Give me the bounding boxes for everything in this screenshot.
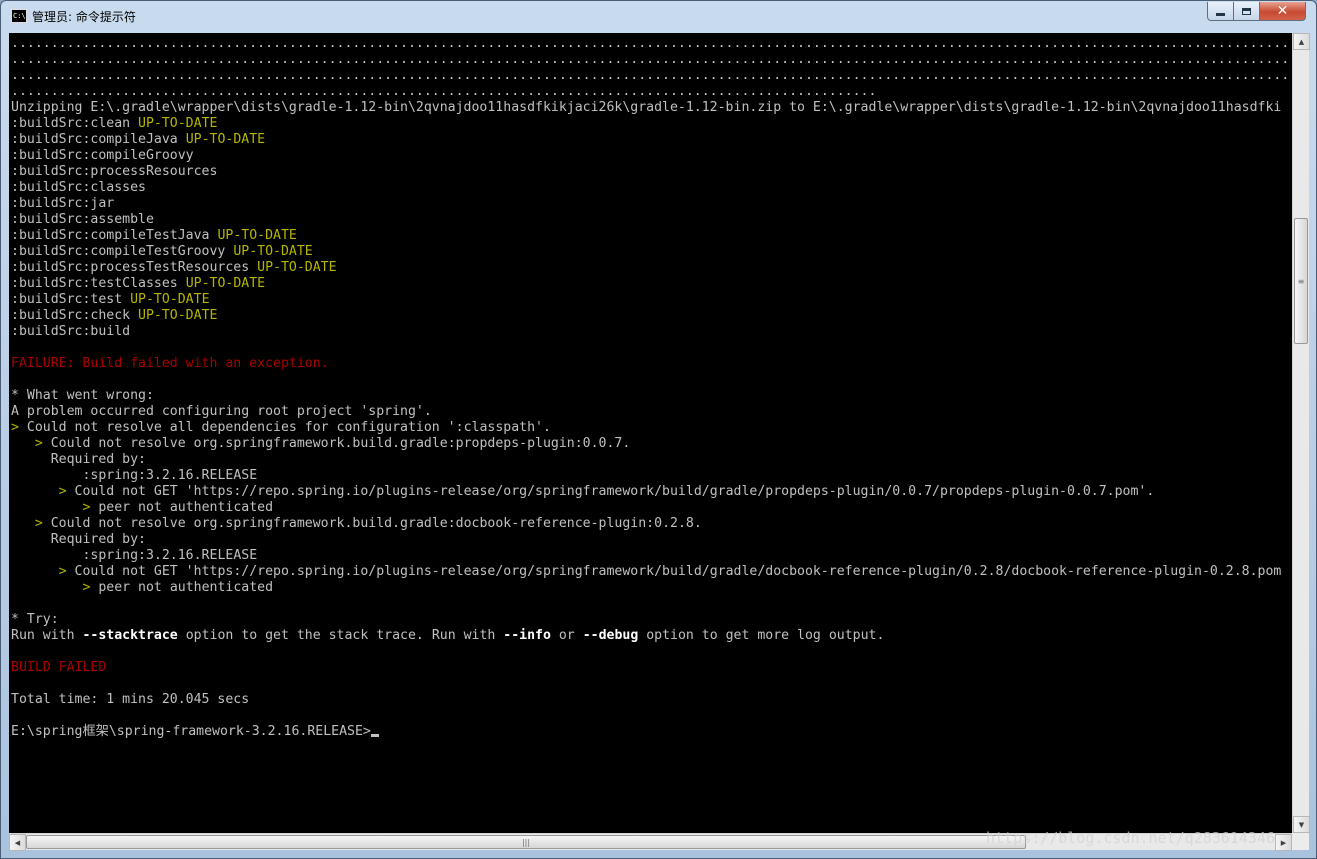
up-to-date-badge: UP-TO-DATE bbox=[257, 260, 337, 275]
required-by-line: Required by: bbox=[50, 532, 146, 547]
arrow-left-icon: ◀ bbox=[14, 838, 21, 847]
arrow-marker: > bbox=[11, 420, 27, 435]
task-line: :buildSrc:clean UP-TO-DATE bbox=[11, 116, 218, 131]
close-button[interactable]: ✕ bbox=[1260, 2, 1306, 21]
command-prompt[interactable]: E:\spring框架\spring-framework-3.2.16.RELE… bbox=[11, 724, 371, 739]
task-line: :buildSrc:compileTestGroovy UP-TO-DATE bbox=[11, 244, 313, 259]
get-line: > Could not GET 'https://repo.spring.io/… bbox=[58, 564, 1282, 579]
arrow-marker: > bbox=[58, 564, 75, 579]
arrow-marker: > bbox=[34, 436, 51, 451]
try-heading: * Try: bbox=[11, 612, 59, 627]
cmd-app-icon[interactable]: C:\. bbox=[11, 9, 27, 23]
scroll-up-button[interactable]: ▲ bbox=[1293, 33, 1310, 50]
grip-icon: ≡ bbox=[1297, 276, 1305, 286]
up-to-date-badge: UP-TO-DATE bbox=[138, 116, 218, 131]
task-line: :buildSrc:compileGroovy bbox=[11, 148, 194, 163]
task-line: :buildSrc:jar bbox=[11, 196, 115, 211]
maximize-button[interactable] bbox=[1234, 2, 1260, 21]
task-line: :buildSrc:compileJava UP-TO-DATE bbox=[11, 132, 266, 147]
progress-dots-line: ........................................… bbox=[11, 84, 877, 99]
arrow-marker: > bbox=[82, 580, 99, 595]
release-line: :spring:3.2.16.RELEASE bbox=[82, 468, 258, 483]
maximize-icon bbox=[1242, 7, 1251, 15]
cmd-app-icon-label: C:\. bbox=[13, 12, 26, 20]
up-to-date-badge: UP-TO-DATE bbox=[217, 228, 297, 243]
task-line: :buildSrc:assemble bbox=[11, 212, 154, 227]
close-icon: ✕ bbox=[1276, 3, 1289, 19]
arrow-marker: > bbox=[34, 516, 51, 531]
what-went-wrong-heading: * What went wrong: bbox=[11, 388, 154, 403]
progress-dots-line: ........................................… bbox=[11, 36, 1292, 51]
title-bar[interactable]: C:\. 管理员: 命令提示符 ✕ bbox=[1, 1, 1316, 32]
horizontal-scrollbar[interactable]: ◀ ||| ▶ bbox=[9, 833, 1292, 851]
task-line: :buildSrc:test UP-TO-DATE bbox=[11, 292, 210, 307]
scrollbar-corner bbox=[1292, 833, 1309, 850]
up-to-date-badge: UP-TO-DATE bbox=[138, 308, 218, 323]
failure-message: FAILURE: Build failed with an exception. bbox=[11, 356, 329, 371]
progress-dots-line: ........................................… bbox=[11, 52, 1292, 67]
minimize-icon bbox=[1216, 13, 1225, 16]
prompt-line: E:\spring框架\spring-framework-3.2.16.RELE… bbox=[11, 724, 1292, 740]
unzip-line: Unzipping E:\.gradle\wrapper\dists\gradl… bbox=[11, 100, 1282, 115]
scroll-left-button[interactable]: ◀ bbox=[9, 834, 26, 851]
horizontal-scroll-thumb[interactable]: ||| bbox=[26, 835, 1026, 849]
peer-line: > peer not authenticated bbox=[82, 580, 274, 595]
task-line: :buildSrc:testClasses UP-TO-DATE bbox=[11, 276, 266, 291]
task-line: :buildSrc:compileTestJava UP-TO-DATE bbox=[11, 228, 297, 243]
debug-flag: --debug bbox=[582, 628, 639, 643]
stacktrace-flag: --stacktrace bbox=[82, 628, 178, 643]
progress-dots-line: ........................................… bbox=[11, 68, 1292, 83]
total-time-line: Total time: 1 mins 20.045 secs bbox=[11, 692, 250, 707]
arrow-up-icon: ▲ bbox=[1298, 37, 1305, 46]
grip-icon: ||| bbox=[521, 837, 531, 847]
task-line: :buildSrc:build bbox=[11, 324, 131, 339]
task-line: :buildSrc:classes bbox=[11, 180, 146, 195]
up-to-date-badge: UP-TO-DATE bbox=[185, 132, 266, 147]
release-line: :spring:3.2.16.RELEASE bbox=[82, 548, 258, 563]
run-with-line: Run with --stacktrace option to get the … bbox=[11, 628, 885, 643]
task-line: :buildSrc:processTestResources UP-TO-DAT… bbox=[11, 260, 337, 275]
info-flag: --info bbox=[503, 628, 551, 643]
required-by-line: Required by: bbox=[50, 452, 146, 467]
console-output-area[interactable]: ........................................… bbox=[9, 33, 1292, 833]
command-prompt-window: C:\. 管理员: 命令提示符 ✕ ......................… bbox=[0, 0, 1317, 859]
scroll-down-button[interactable]: ▼ bbox=[1293, 816, 1310, 833]
task-line: :buildSrc:check UP-TO-DATE bbox=[11, 308, 218, 323]
get-line: > Could not GET 'https://repo.spring.io/… bbox=[58, 484, 1155, 499]
text-cursor bbox=[370, 734, 379, 737]
up-to-date-badge: UP-TO-DATE bbox=[130, 292, 210, 307]
up-to-date-badge: UP-TO-DATE bbox=[233, 244, 313, 259]
minimize-button[interactable] bbox=[1207, 2, 1234, 21]
console-text: ........................................… bbox=[11, 36, 1292, 740]
vertical-scrollbar[interactable]: ▲ ≡ ▼ bbox=[1292, 33, 1310, 833]
vertical-scroll-thumb[interactable]: ≡ bbox=[1294, 218, 1308, 344]
problem-line: A problem occurred configuring root proj… bbox=[11, 404, 432, 419]
arrow-marker: > bbox=[58, 484, 75, 499]
up-to-date-badge: UP-TO-DATE bbox=[185, 276, 266, 291]
task-line: :buildSrc:processResources bbox=[11, 164, 218, 179]
arrow-marker: > bbox=[82, 500, 99, 515]
scroll-right-button[interactable]: ▶ bbox=[1275, 834, 1292, 851]
build-failed-message: BUILD FAILED bbox=[11, 660, 107, 675]
arrow-right-icon: ▶ bbox=[1280, 838, 1287, 847]
arrow-down-icon: ▼ bbox=[1298, 820, 1305, 829]
resolve-all-line: > Could not resolve all dependencies for… bbox=[11, 420, 551, 435]
dependency-resolve-line: > Could not resolve org.springframework.… bbox=[34, 436, 631, 451]
dependency-resolve-line: > Could not resolve org.springframework.… bbox=[34, 516, 702, 531]
peer-line: > peer not authenticated bbox=[82, 500, 274, 515]
window-title: 管理员: 命令提示符 bbox=[32, 10, 136, 24]
